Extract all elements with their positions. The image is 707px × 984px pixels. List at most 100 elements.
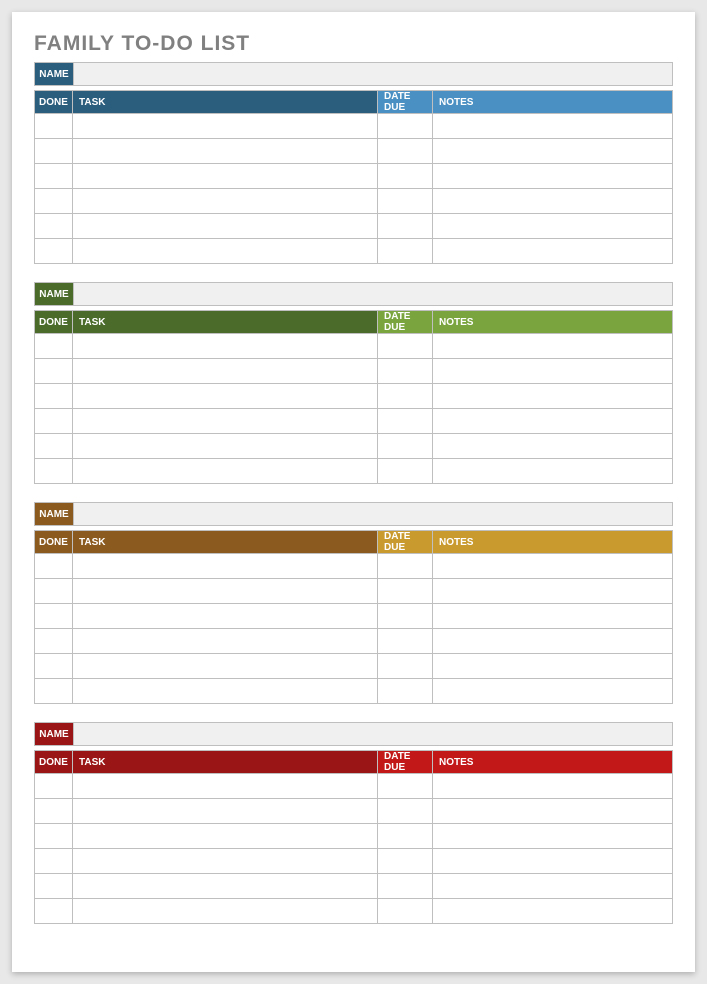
name-field[interactable] — [74, 63, 673, 86]
table-cell[interactable] — [433, 554, 673, 579]
table-cell[interactable] — [35, 654, 73, 679]
table-cell[interactable] — [433, 604, 673, 629]
table-cell[interactable] — [73, 679, 378, 704]
table-cell[interactable] — [433, 629, 673, 654]
table-cell[interactable] — [35, 679, 73, 704]
table-cell[interactable] — [73, 189, 378, 214]
table-cell[interactable] — [378, 824, 433, 849]
table-cell[interactable] — [35, 189, 73, 214]
table-cell[interactable] — [73, 384, 378, 409]
table-cell[interactable] — [433, 214, 673, 239]
table-cell[interactable] — [433, 579, 673, 604]
table-cell[interactable] — [73, 164, 378, 189]
table-cell[interactable] — [433, 189, 673, 214]
table-cell[interactable] — [433, 654, 673, 679]
table-cell[interactable] — [35, 409, 73, 434]
table-cell[interactable] — [378, 554, 433, 579]
table-cell[interactable] — [433, 774, 673, 799]
table-cell[interactable] — [378, 139, 433, 164]
table-cell[interactable] — [35, 459, 73, 484]
table-cell[interactable] — [73, 774, 378, 799]
table-cell[interactable] — [378, 334, 433, 359]
table-cell[interactable] — [73, 459, 378, 484]
table-cell[interactable] — [73, 554, 378, 579]
table-cell[interactable] — [35, 824, 73, 849]
table-cell[interactable] — [35, 214, 73, 239]
table-cell[interactable] — [378, 239, 433, 264]
table-cell[interactable] — [35, 849, 73, 874]
table-cell[interactable] — [378, 604, 433, 629]
table-cell[interactable] — [73, 359, 378, 384]
name-field[interactable] — [74, 503, 673, 526]
table-cell[interactable] — [35, 114, 73, 139]
table-cell[interactable] — [73, 114, 378, 139]
table-cell[interactable] — [378, 459, 433, 484]
table-cell[interactable] — [35, 799, 73, 824]
table-cell[interactable] — [35, 604, 73, 629]
table-cell[interactable] — [35, 434, 73, 459]
table-cell[interactable] — [35, 899, 73, 924]
table-cell[interactable] — [433, 679, 673, 704]
table-cell[interactable] — [378, 899, 433, 924]
table-cell[interactable] — [433, 239, 673, 264]
table-cell[interactable] — [378, 214, 433, 239]
table-cell[interactable] — [73, 409, 378, 434]
name-field[interactable] — [74, 723, 673, 746]
table-cell[interactable] — [73, 579, 378, 604]
table-cell[interactable] — [73, 799, 378, 824]
table-cell[interactable] — [35, 874, 73, 899]
table-cell[interactable] — [35, 629, 73, 654]
table-cell[interactable] — [35, 239, 73, 264]
table-cell[interactable] — [73, 654, 378, 679]
table-cell[interactable] — [378, 579, 433, 604]
table-cell[interactable] — [433, 874, 673, 899]
table-cell[interactable] — [433, 359, 673, 384]
table-cell[interactable] — [433, 799, 673, 824]
table-cell[interactable] — [73, 214, 378, 239]
name-field[interactable] — [74, 283, 673, 306]
table-cell[interactable] — [433, 824, 673, 849]
table-cell[interactable] — [73, 874, 378, 899]
table-cell[interactable] — [378, 849, 433, 874]
table-cell[interactable] — [433, 139, 673, 164]
table-cell[interactable] — [378, 679, 433, 704]
table-cell[interactable] — [378, 189, 433, 214]
table-cell[interactable] — [378, 774, 433, 799]
table-cell[interactable] — [73, 239, 378, 264]
table-cell[interactable] — [73, 604, 378, 629]
table-cell[interactable] — [378, 359, 433, 384]
table-cell[interactable] — [73, 849, 378, 874]
table-cell[interactable] — [35, 359, 73, 384]
table-cell[interactable] — [433, 334, 673, 359]
table-cell[interactable] — [433, 114, 673, 139]
table-cell[interactable] — [433, 409, 673, 434]
table-cell[interactable] — [73, 899, 378, 924]
table-cell[interactable] — [433, 164, 673, 189]
table-cell[interactable] — [378, 384, 433, 409]
table-cell[interactable] — [35, 334, 73, 359]
table-cell[interactable] — [378, 654, 433, 679]
table-cell[interactable] — [378, 434, 433, 459]
table-cell[interactable] — [73, 139, 378, 164]
table-cell[interactable] — [35, 579, 73, 604]
table-cell[interactable] — [73, 334, 378, 359]
table-cell[interactable] — [433, 434, 673, 459]
table-cell[interactable] — [73, 434, 378, 459]
table-cell[interactable] — [433, 899, 673, 924]
table-cell[interactable] — [433, 384, 673, 409]
table-cell[interactable] — [378, 874, 433, 899]
table-cell[interactable] — [433, 459, 673, 484]
table-cell[interactable] — [35, 139, 73, 164]
table-cell[interactable] — [35, 554, 73, 579]
table-cell[interactable] — [378, 629, 433, 654]
table-cell[interactable] — [35, 384, 73, 409]
table-cell[interactable] — [378, 164, 433, 189]
table-cell[interactable] — [35, 774, 73, 799]
table-cell[interactable] — [433, 849, 673, 874]
table-cell[interactable] — [378, 114, 433, 139]
table-cell[interactable] — [378, 799, 433, 824]
table-cell[interactable] — [73, 824, 378, 849]
table-cell[interactable] — [73, 629, 378, 654]
table-cell[interactable] — [35, 164, 73, 189]
table-cell[interactable] — [378, 409, 433, 434]
